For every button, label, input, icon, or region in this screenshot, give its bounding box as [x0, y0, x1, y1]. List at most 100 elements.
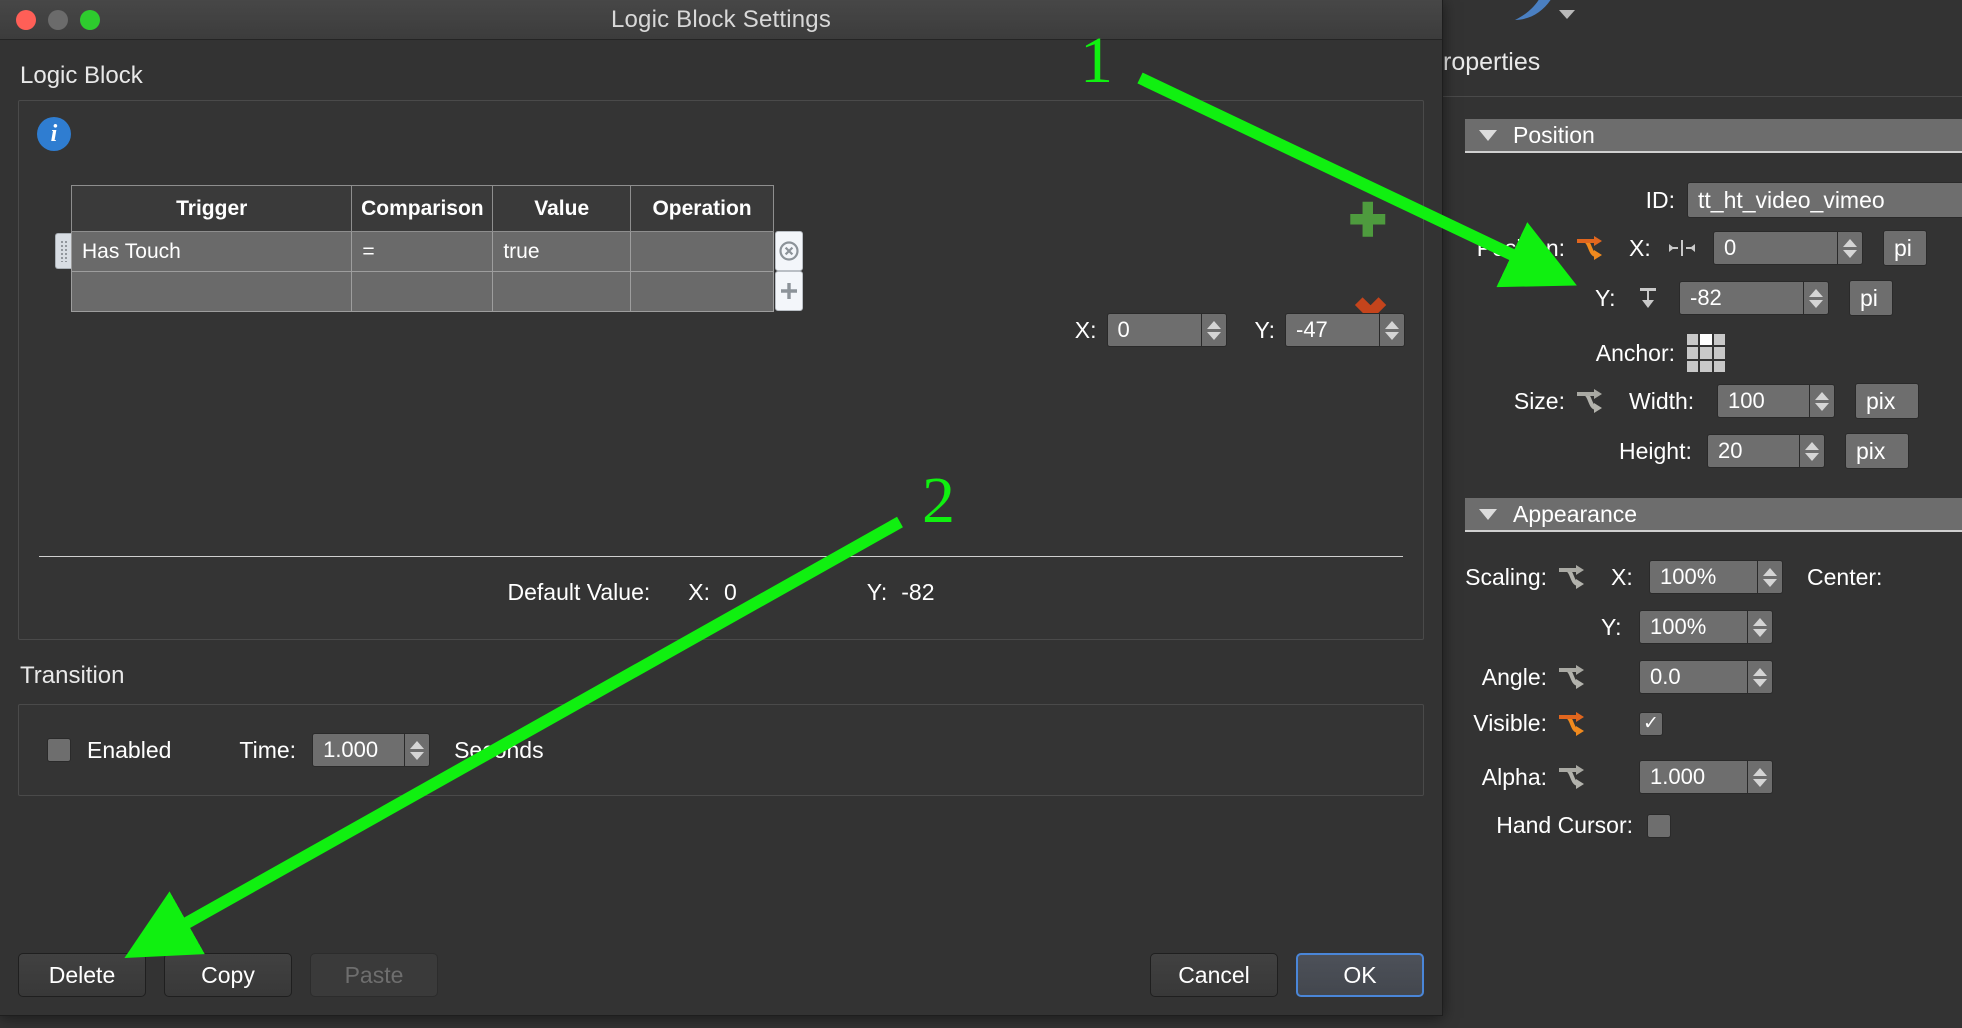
stepper-down-icon[interactable]: [1385, 331, 1399, 340]
binding-branch-icon-orange[interactable]: [1557, 711, 1587, 737]
transition-time-stepper[interactable]: [404, 733, 431, 767]
binding-branch-icon-gray[interactable]: [1557, 664, 1587, 690]
binding-branch-icon-gray[interactable]: [1557, 764, 1587, 790]
position-y-value[interactable]: -82: [1679, 281, 1803, 315]
width-field[interactable]: 100: [1717, 384, 1835, 418]
offset-y-field[interactable]: -47: [1285, 313, 1405, 347]
height-stepper[interactable]: [1799, 434, 1825, 468]
binding-branch-icon-gray[interactable]: [1575, 388, 1605, 414]
panel-menu-chevron-icon[interactable]: [1559, 10, 1575, 19]
stepper-down-icon[interactable]: [1753, 628, 1767, 637]
stepper-down-icon[interactable]: [1753, 778, 1767, 787]
transition-enabled-checkbox[interactable]: [47, 738, 71, 762]
offset-x-field[interactable]: 0: [1106, 313, 1227, 347]
cell-operation[interactable]: [630, 271, 774, 312]
stepper-up-icon[interactable]: [1753, 667, 1767, 676]
scaling-x-field[interactable]: 100%: [1649, 560, 1783, 594]
stepper-up-icon[interactable]: [1805, 441, 1819, 450]
column-header-trigger[interactable]: Trigger: [70, 185, 353, 232]
hand-cursor-checkbox[interactable]: [1647, 813, 1671, 838]
anchor-cell-top-left[interactable]: [1687, 334, 1699, 346]
height-field[interactable]: 20: [1707, 434, 1825, 468]
stepper-down-icon[interactable]: [1815, 402, 1829, 411]
stepper-up-icon[interactable]: [1753, 767, 1767, 776]
alpha-value[interactable]: 1.000: [1639, 760, 1747, 794]
cell-value[interactable]: [492, 271, 632, 312]
cell-trigger[interactable]: [70, 271, 353, 312]
stepper-up-icon[interactable]: [1753, 617, 1767, 626]
cell-comparison[interactable]: =: [351, 231, 494, 272]
stepper-up-icon[interactable]: [1763, 567, 1777, 576]
stepper-down-icon[interactable]: [1763, 578, 1777, 587]
offset-x-stepper[interactable]: [1200, 313, 1227, 347]
stepper-up-icon[interactable]: [1206, 320, 1221, 329]
cell-comparison[interactable]: [351, 271, 494, 312]
stepper-up-icon[interactable]: [1843, 238, 1857, 247]
row-drag-handle[interactable]: [55, 233, 71, 269]
anchor-cell-bottom-right[interactable]: [1713, 360, 1725, 372]
stepper-up-icon[interactable]: [410, 740, 425, 749]
angle-value[interactable]: 0.0: [1639, 660, 1747, 694]
offset-y-stepper[interactable]: [1379, 313, 1405, 347]
column-header-comparison[interactable]: Comparison: [351, 185, 494, 232]
position-y-stepper[interactable]: [1803, 281, 1829, 315]
add-row-button[interactable]: [775, 271, 803, 311]
anchor-cell-middle-right[interactable]: [1713, 347, 1725, 359]
position-y-field[interactable]: -82: [1679, 281, 1829, 315]
stepper-up-icon[interactable]: [1809, 288, 1823, 297]
anchor-cell-middle-center[interactable]: [1700, 347, 1712, 359]
ok-button[interactable]: OK: [1296, 953, 1424, 997]
stepper-down-icon[interactable]: [1809, 299, 1823, 308]
cell-value[interactable]: true: [492, 231, 632, 272]
height-value[interactable]: 20: [1707, 434, 1799, 468]
column-header-value[interactable]: Value: [492, 185, 632, 232]
scaling-y-field[interactable]: 100%: [1639, 610, 1773, 644]
section-header-appearance[interactable]: Appearance: [1465, 498, 1962, 532]
width-stepper[interactable]: [1809, 384, 1835, 418]
position-x-value[interactable]: 0: [1713, 231, 1837, 265]
angle-field[interactable]: 0.0: [1639, 660, 1773, 694]
info-icon[interactable]: i: [37, 117, 71, 151]
copy-button[interactable]: Copy: [164, 953, 292, 997]
remove-row-button[interactable]: [775, 231, 803, 271]
dialog-titlebar[interactable]: Logic Block Settings: [0, 0, 1442, 40]
offset-y-value[interactable]: -47: [1285, 313, 1379, 347]
stepper-up-icon[interactable]: [1815, 391, 1829, 400]
offset-x-value[interactable]: 0: [1106, 313, 1201, 347]
table-row[interactable]: Has Touch = true: [70, 231, 774, 272]
anchor-cell-top-center[interactable]: [1700, 334, 1712, 346]
position-y-unit[interactable]: pi: [1849, 280, 1893, 316]
stepper-down-icon[interactable]: [1805, 452, 1819, 461]
alpha-stepper[interactable]: [1747, 760, 1773, 794]
alpha-field[interactable]: 1.000: [1639, 760, 1773, 794]
binding-branch-icon-gray[interactable]: [1557, 564, 1587, 590]
anchor-cell-top-right[interactable]: [1713, 334, 1725, 346]
stepper-down-icon[interactable]: [1753, 678, 1767, 687]
anchor-cell-middle-left[interactable]: [1687, 347, 1699, 359]
angle-stepper[interactable]: [1747, 660, 1773, 694]
position-x-field[interactable]: 0: [1713, 231, 1863, 265]
stepper-down-icon[interactable]: [410, 751, 425, 760]
width-unit[interactable]: pix: [1855, 383, 1919, 419]
anchor-cell-bottom-center[interactable]: [1700, 360, 1712, 372]
scaling-y-value[interactable]: 100%: [1639, 610, 1747, 644]
height-unit[interactable]: pix: [1845, 433, 1909, 469]
stepper-up-icon[interactable]: [1385, 320, 1399, 329]
cell-operation[interactable]: [630, 231, 774, 272]
scaling-y-stepper[interactable]: [1747, 610, 1773, 644]
column-header-operation[interactable]: Operation: [630, 185, 774, 232]
transition-time-value[interactable]: 1.000: [312, 733, 405, 767]
scaling-x-stepper[interactable]: [1757, 560, 1783, 594]
position-x-unit[interactable]: pi: [1883, 230, 1927, 266]
align-horizontal-icon[interactable]: [1667, 237, 1697, 259]
align-vertical-icon[interactable]: [1633, 287, 1663, 309]
cancel-button[interactable]: Cancel: [1150, 953, 1278, 997]
id-input[interactable]: tt_ht_video_vimeo: [1687, 182, 1962, 218]
cell-trigger[interactable]: Has Touch: [70, 231, 353, 272]
anchor-cell-bottom-left[interactable]: [1687, 360, 1699, 372]
add-logic-block-button[interactable]: ✚: [1348, 197, 1387, 243]
position-x-stepper[interactable]: [1837, 231, 1863, 265]
stepper-down-icon[interactable]: [1843, 249, 1857, 258]
visible-checkbox[interactable]: ✓: [1639, 711, 1663, 736]
binding-branch-icon-orange[interactable]: [1575, 235, 1605, 261]
